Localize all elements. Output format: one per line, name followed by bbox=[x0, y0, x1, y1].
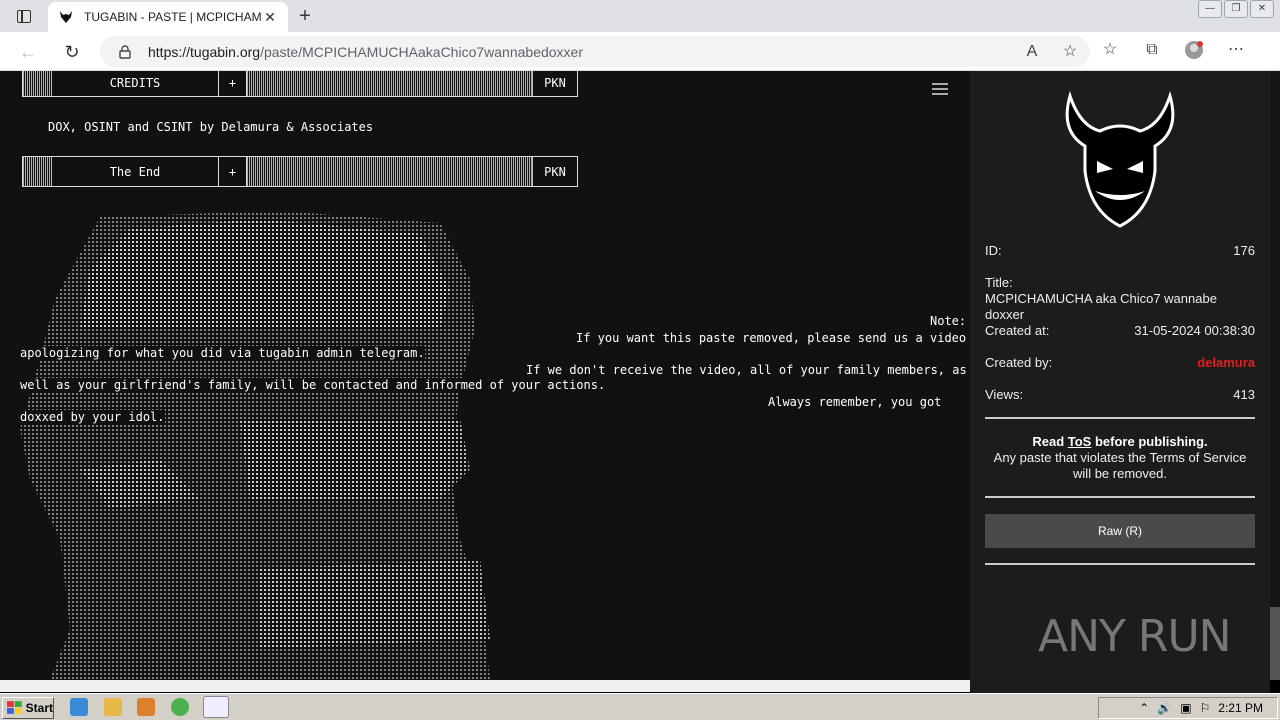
tray-arrow-icon[interactable]: ⌃ bbox=[1139, 701, 1149, 715]
close-window-button[interactable]: ✕ bbox=[1250, 0, 1274, 18]
tab-bar: TUGABIN - PASTE | MCPICHAMU ✕ + — ❐ ✕ bbox=[0, 0, 1280, 32]
note-line-4: well as your girlfriend's family, will b… bbox=[20, 378, 606, 392]
start-label: Start bbox=[25, 701, 53, 715]
end-box: The End + PKN bbox=[22, 156, 578, 187]
tos-link[interactable]: ToS bbox=[1068, 434, 1092, 449]
media-player-icon[interactable] bbox=[137, 698, 155, 716]
read-aloud-icon[interactable]: A bbox=[1022, 42, 1042, 62]
collections-icon[interactable]: ⧉ bbox=[1142, 40, 1162, 60]
lock-icon bbox=[119, 44, 131, 59]
clock: 2:21 PM bbox=[1218, 701, 1263, 715]
title-value-line-2: doxxer bbox=[985, 307, 1025, 322]
credits-box: CREDITS + PKN bbox=[22, 71, 578, 97]
credits-label: CREDITS bbox=[52, 71, 219, 96]
flag-icon[interactable]: ⚐ bbox=[1200, 701, 1211, 715]
network-icon[interactable]: ▣ bbox=[1180, 701, 1191, 715]
tab-title: TUGABIN - PASTE | MCPICHAMU bbox=[84, 10, 262, 24]
note-line-2: apologizing for what you did via tugabin… bbox=[20, 346, 425, 360]
add-favorite-icon[interactable]: ☆ bbox=[1060, 42, 1080, 62]
title-label: Title: bbox=[985, 275, 1013, 290]
windows-logo-icon bbox=[7, 701, 22, 714]
start-button[interactable]: Start bbox=[2, 697, 54, 719]
url-text: https://tugabin.org/paste/MCPICHAMUCHAak… bbox=[148, 43, 583, 60]
url-field[interactable]: https://tugabin.org/paste/MCPICHAMUCHAak… bbox=[100, 36, 1090, 67]
pattern-block bbox=[23, 157, 52, 186]
note-label: Note: bbox=[930, 314, 967, 328]
divider bbox=[985, 563, 1255, 565]
created-by-label: Created by: bbox=[985, 355, 1053, 370]
pattern-block bbox=[247, 71, 533, 96]
explorer-folder-icon[interactable] bbox=[104, 698, 122, 716]
toolbar-right: ☆ ⧉ ⋯ bbox=[1100, 40, 1246, 60]
paste-content: CREDITS + PKN DOX, OSINT and CSINT by De… bbox=[0, 71, 970, 680]
window-controls: — ❐ ✕ bbox=[1198, 0, 1274, 18]
tos-notice: Read ToS before publishing. Any paste th… bbox=[985, 434, 1255, 482]
note-line-3: If we don't receive the video, all of yo… bbox=[526, 363, 967, 377]
divider bbox=[985, 417, 1255, 419]
credits-text: DOX, OSINT and CSINT by Delamura & Assoc… bbox=[48, 120, 374, 134]
profile-avatar-icon[interactable] bbox=[1184, 40, 1204, 60]
views-value: 413 bbox=[1233, 387, 1255, 402]
new-tab-button[interactable]: + bbox=[294, 6, 316, 28]
address-bar: ← ↻ https://tugabin.org/paste/MCPICHAMUC… bbox=[0, 32, 1280, 71]
created-by-link[interactable]: delamura bbox=[1197, 355, 1255, 370]
note-line-5: Always remember, you got bbox=[768, 395, 942, 409]
tos-line-2: Any paste that violates the Terms of Ser… bbox=[993, 450, 1247, 465]
settings-more-icon[interactable]: ⋯ bbox=[1226, 40, 1246, 60]
divider bbox=[985, 496, 1255, 498]
paste-info-sidebar: ID: 176 Title: MCPICHAMUCHA aka Chico7 w… bbox=[970, 71, 1270, 693]
close-tab-icon[interactable]: ✕ bbox=[262, 9, 278, 25]
tos-read: Read bbox=[1032, 434, 1065, 449]
horizontal-scrollbar[interactable] bbox=[0, 680, 970, 692]
tos-before: before publishing. bbox=[1094, 434, 1208, 449]
vertical-scrollbar[interactable] bbox=[1270, 71, 1280, 680]
id-value: 176 bbox=[1233, 243, 1255, 258]
pkn-cell: PKN bbox=[544, 164, 566, 179]
maximize-button[interactable]: ❐ bbox=[1224, 0, 1248, 18]
end-label: The End bbox=[52, 157, 219, 186]
tos-line-3: will be removed. bbox=[1073, 466, 1167, 481]
devil-favicon-icon bbox=[60, 11, 72, 23]
browser-tab[interactable]: TUGABIN - PASTE | MCPICHAMU ✕ bbox=[48, 2, 288, 32]
pattern-block bbox=[247, 157, 533, 186]
raw-button[interactable]: Raw (R) bbox=[985, 514, 1255, 548]
views-label: Views: bbox=[985, 387, 1024, 402]
note-line-6: doxxed by your idol. bbox=[20, 410, 165, 424]
edge-active-icon[interactable] bbox=[203, 696, 229, 718]
minimize-button[interactable]: — bbox=[1198, 0, 1222, 18]
title-value-line-1: MCPICHAMUCHA aka Chico7 wannabe bbox=[985, 291, 1217, 306]
ie-icon[interactable] bbox=[70, 698, 88, 716]
volume-icon[interactable]: 🔊 bbox=[1157, 701, 1172, 715]
url-actions: A ☆ bbox=[1022, 42, 1080, 62]
created-at-value: 31-05-2024 00:38:30 bbox=[1134, 323, 1255, 338]
note-line-1: If you want this paste removed, please s… bbox=[576, 331, 967, 345]
windows-taskbar: Start ⌃ 🔊 ▣ ⚐ 2:21 PM bbox=[0, 693, 1280, 720]
favorites-icon[interactable]: ☆ bbox=[1100, 40, 1120, 60]
hamburger-menu-icon[interactable] bbox=[932, 83, 948, 95]
chrome-icon[interactable] bbox=[171, 698, 189, 716]
plus-cell: + bbox=[219, 157, 247, 186]
devil-logo-icon bbox=[1065, 91, 1175, 228]
anyrun-watermark: ANY RUN bbox=[1038, 611, 1232, 662]
scrollbar-thumb[interactable] bbox=[1270, 607, 1280, 680]
pkn-cell: PKN bbox=[544, 76, 566, 90]
id-label: ID: bbox=[985, 243, 1002, 258]
workspaces-icon[interactable] bbox=[8, 4, 40, 28]
created-at-label: Created at: bbox=[985, 323, 1050, 338]
refresh-icon[interactable]: ↻ bbox=[60, 40, 84, 64]
pattern-block bbox=[23, 71, 52, 96]
plus-cell: + bbox=[219, 71, 247, 96]
ascii-art-portrait bbox=[20, 211, 490, 679]
system-tray: ⌃ 🔊 ▣ ⚐ 2:21 PM bbox=[1098, 697, 1278, 719]
back-arrow-icon[interactable]: ← bbox=[16, 40, 40, 64]
